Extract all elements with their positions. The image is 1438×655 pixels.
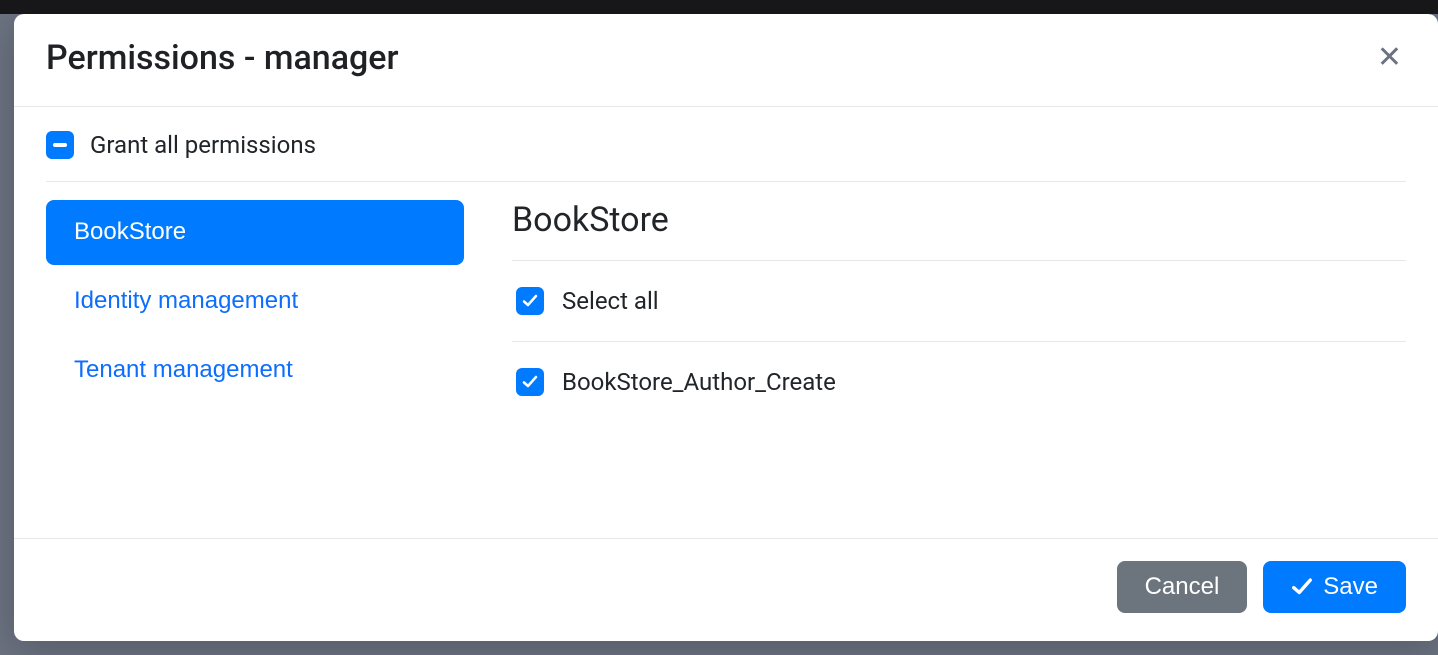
grant-all-checkbox[interactable]: [46, 131, 74, 159]
select-all-row: Select all: [512, 261, 1406, 342]
nav-item-bookstore[interactable]: BookStore: [46, 200, 464, 265]
nav-item-label: Tenant management: [74, 356, 293, 383]
close-button[interactable]: ✕: [1373, 43, 1406, 73]
check-icon: [522, 293, 538, 309]
permission-checkbox[interactable]: [516, 368, 544, 396]
modal-title: Permissions - manager: [46, 38, 399, 78]
save-button[interactable]: Save: [1263, 561, 1406, 613]
close-icon: ✕: [1377, 41, 1402, 74]
select-all-label: Select all: [562, 287, 659, 315]
check-icon: [522, 374, 538, 390]
permission-row: BookStore_Author_Create: [512, 342, 1406, 422]
modal-body: Grant all permissions BookStore Identity…: [14, 107, 1438, 538]
grant-all-label: Grant all permissions: [90, 131, 316, 159]
cancel-button[interactable]: Cancel: [1117, 561, 1248, 613]
cancel-label: Cancel: [1145, 575, 1220, 599]
grant-all-row: Grant all permissions: [46, 131, 1406, 182]
permission-detail: BookStore Select all BookStore_Author_Cr…: [512, 200, 1406, 422]
app-topbar: [0, 0, 1438, 14]
modal-header: Permissions - manager ✕: [14, 14, 1438, 107]
permissions-layout: BookStore Identity management Tenant man…: [46, 200, 1406, 422]
detail-title: BookStore: [512, 200, 1406, 261]
permissions-modal: Permissions - manager ✕ Grant all permis…: [14, 14, 1438, 641]
nav-item-label: BookStore: [74, 218, 186, 245]
save-label: Save: [1323, 575, 1378, 599]
modal-footer: Cancel Save: [14, 538, 1438, 641]
permission-label: BookStore_Author_Create: [562, 368, 836, 396]
nav-item-label: Identity management: [74, 287, 298, 314]
nav-item-tenant-management[interactable]: Tenant management: [46, 338, 464, 403]
permission-group-nav: BookStore Identity management Tenant man…: [46, 200, 464, 422]
check-icon: [1291, 576, 1313, 598]
nav-item-identity-management[interactable]: Identity management: [46, 269, 464, 334]
select-all-checkbox[interactable]: [516, 287, 544, 315]
